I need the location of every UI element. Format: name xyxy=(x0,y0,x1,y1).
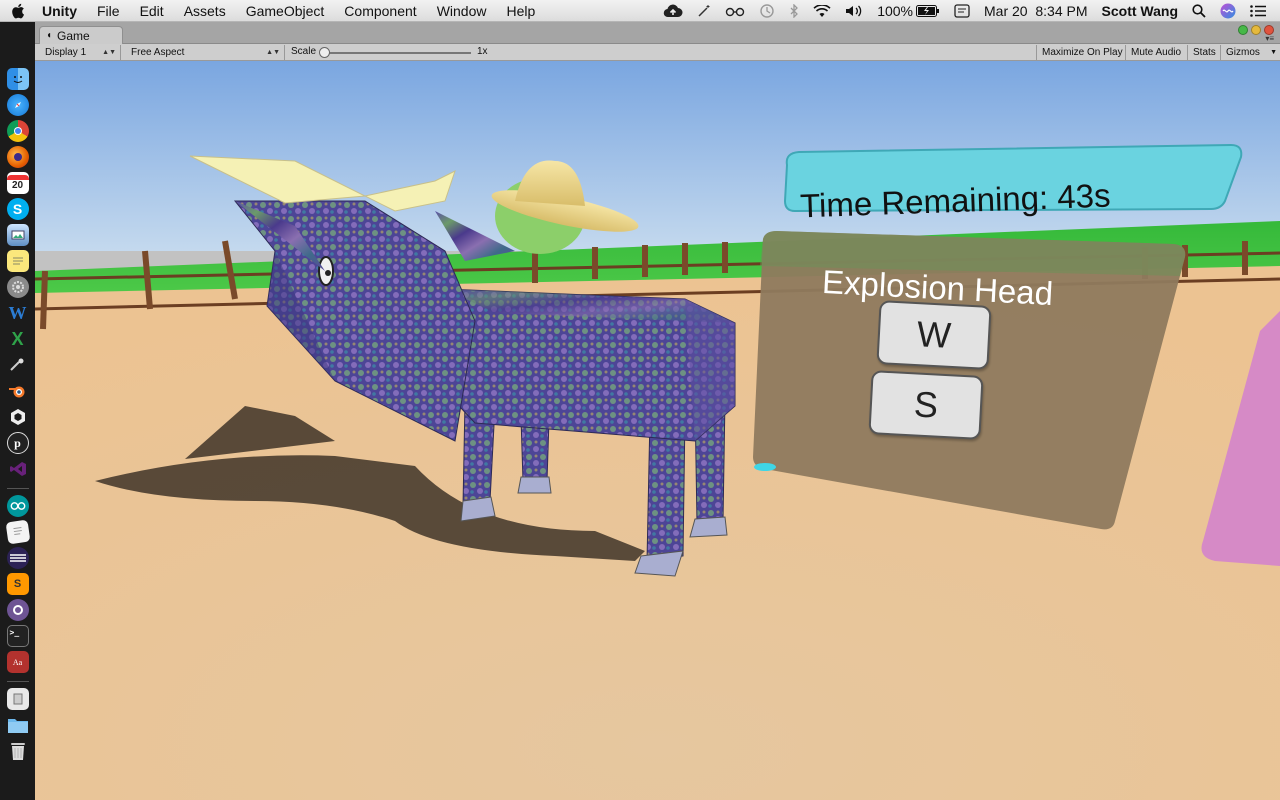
terminal-icon[interactable]: >_ xyxy=(6,625,29,647)
stats-button[interactable]: Stats xyxy=(1187,45,1221,60)
tab-game-label: Game xyxy=(57,28,90,43)
maximize-on-play-label: Maximize On Play xyxy=(1042,47,1123,58)
menu-component[interactable]: Component xyxy=(334,3,426,19)
battery-status[interactable]: 100% xyxy=(877,3,940,19)
glasses-icon[interactable] xyxy=(725,5,745,17)
macos-menubar: Unity File Edit Assets GameObject Compon… xyxy=(0,0,1280,22)
word-icon[interactable]: W xyxy=(7,302,29,324)
dictionary-icon[interactable]: Aa xyxy=(6,651,29,673)
wifi-icon[interactable] xyxy=(813,4,831,18)
dock-separator xyxy=(6,488,29,489)
key-w-button[interactable]: W xyxy=(876,300,992,370)
menu-gameobject[interactable]: GameObject xyxy=(236,3,335,19)
github-icon[interactable] xyxy=(6,599,29,621)
scale-slider-thumb[interactable] xyxy=(319,47,330,58)
key-s-button[interactable]: S xyxy=(868,370,984,440)
bluetooth-icon[interactable] xyxy=(789,4,799,18)
blender-icon[interactable] xyxy=(7,380,29,402)
stats-label: Stats xyxy=(1193,47,1216,58)
menu-window[interactable]: Window xyxy=(427,3,497,19)
magic-wand-icon[interactable] xyxy=(697,4,711,18)
apple-menu-icon[interactable] xyxy=(0,3,38,19)
calendar-day: 20 xyxy=(11,180,24,191)
script-editor-icon[interactable] xyxy=(7,354,29,376)
aspect-dropdown-value: Free Aspect xyxy=(131,47,185,58)
dropdown-arrow-icon: ▲▼ xyxy=(266,49,280,56)
game-panel: ◖ Game ▾≡ Display 1 ▲▼ Free Aspect ▲▼ Sc… xyxy=(35,22,1280,800)
excel-icon[interactable]: X xyxy=(7,328,29,350)
firefox-icon[interactable] xyxy=(6,146,29,168)
dock-separator xyxy=(6,681,29,682)
trash-icon[interactable] xyxy=(7,740,29,762)
gizmos-dropdown[interactable]: Gizmos ▼ xyxy=(1220,45,1280,60)
spotlight-search-icon[interactable] xyxy=(1192,4,1206,18)
menu-edit[interactable]: Edit xyxy=(130,3,174,19)
clock[interactable]: Mar 20 8:34 PM xyxy=(984,3,1088,19)
maximize-on-play-button[interactable]: Maximize On Play xyxy=(1036,45,1128,60)
gizmos-label: Gizmos xyxy=(1226,47,1260,58)
textedit-icon[interactable] xyxy=(5,519,30,545)
folder-icon[interactable] xyxy=(7,714,29,736)
game-scene xyxy=(35,61,1280,800)
tab-game[interactable]: ◖ Game xyxy=(39,26,123,44)
menu-file[interactable]: File xyxy=(87,3,130,19)
safari-icon[interactable] xyxy=(6,94,29,116)
dropdown-arrow-icon: ▲▼ xyxy=(102,49,116,56)
skype-icon[interactable]: S xyxy=(6,198,29,220)
notes-icon[interactable] xyxy=(6,250,29,272)
tab-bar: ◖ Game ▾≡ xyxy=(35,22,1280,44)
dock: 20 S W X p S >_ Aa xyxy=(0,22,35,800)
p5-icon[interactable]: p xyxy=(6,432,29,454)
clock-date: Mar 20 xyxy=(984,3,1028,19)
window-zoom-button[interactable] xyxy=(1251,25,1261,35)
aspect-dropdown[interactable]: Free Aspect ▲▼ xyxy=(125,45,285,60)
display-dropdown-value: Display 1 xyxy=(45,47,87,58)
siri-icon[interactable] xyxy=(1220,3,1236,19)
game-pacman-icon: ◖ xyxy=(46,30,53,41)
cloud-upload-icon[interactable] xyxy=(663,4,683,18)
user-name[interactable]: Scott Wang xyxy=(1102,3,1178,19)
dropdown-arrow-icon: ▼ xyxy=(1270,49,1277,56)
mute-audio-label: Mute Audio xyxy=(1131,47,1182,58)
time-machine-icon[interactable] xyxy=(759,3,775,19)
menubar-extra-icon[interactable] xyxy=(954,4,970,18)
scale-value: 1x xyxy=(477,46,488,57)
menu-assets[interactable]: Assets xyxy=(174,3,236,19)
display-dropdown[interactable]: Display 1 ▲▼ xyxy=(39,45,121,60)
chrome-icon[interactable] xyxy=(6,120,29,142)
window-minimize-button[interactable] xyxy=(1238,25,1248,35)
clock-time: 8:34 PM xyxy=(1035,3,1088,19)
sublime-icon[interactable]: S xyxy=(6,573,29,595)
game-toolbar: Display 1 ▲▼ Free Aspect ▲▼ Scale 1x Max… xyxy=(35,44,1280,61)
calendar-icon[interactable]: 20 xyxy=(6,172,29,194)
volume-icon[interactable] xyxy=(845,4,863,18)
scale-slider[interactable] xyxy=(325,52,471,54)
system-preferences-icon[interactable] xyxy=(6,276,29,298)
finder-icon[interactable] xyxy=(6,68,29,90)
tab-menu-icon[interactable]: ▾≡ xyxy=(1265,34,1274,43)
app-menu-unity[interactable]: Unity xyxy=(38,3,87,19)
mute-audio-button[interactable]: Mute Audio xyxy=(1125,45,1186,60)
notification-center-icon[interactable] xyxy=(1250,5,1266,17)
eclipse-icon[interactable] xyxy=(6,547,29,569)
automator-icon[interactable] xyxy=(6,688,29,710)
game-viewport[interactable]: Time Remaining: 43s Explosion Head W S xyxy=(35,61,1280,800)
battery-icon xyxy=(916,5,940,17)
battery-percent: 100% xyxy=(877,3,914,19)
scale-label: Scale xyxy=(291,46,317,57)
menu-help[interactable]: Help xyxy=(496,3,545,19)
visual-studio-icon[interactable] xyxy=(7,458,29,480)
preview-icon[interactable] xyxy=(6,224,29,246)
arduino-icon[interactable] xyxy=(6,495,29,517)
unity-icon[interactable] xyxy=(7,406,29,428)
